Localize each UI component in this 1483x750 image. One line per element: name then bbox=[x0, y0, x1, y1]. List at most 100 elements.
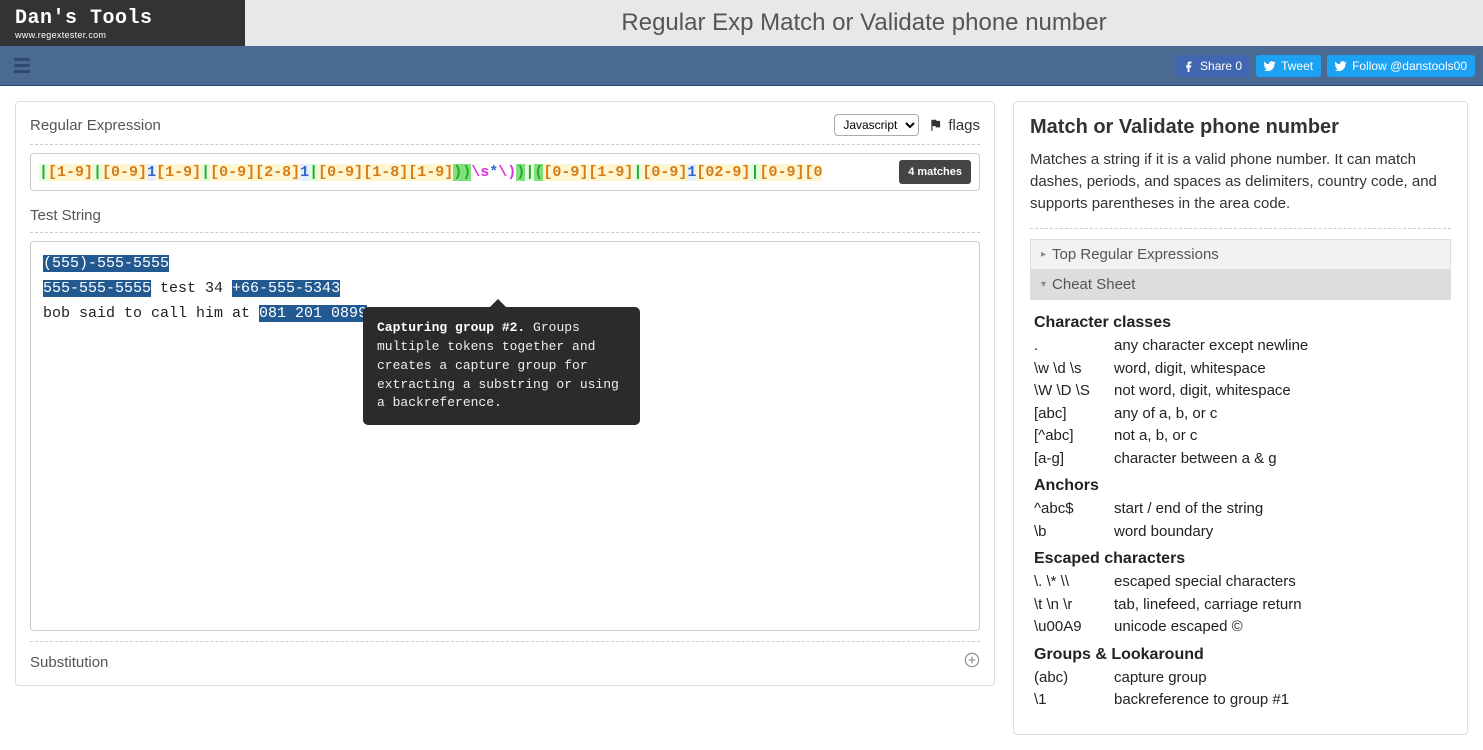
regex-token[interactable]: [0-9] bbox=[543, 164, 588, 181]
test-text: bob said to call him at bbox=[43, 305, 259, 322]
cheat-value: capture group bbox=[1114, 667, 1447, 690]
regex-token[interactable]: [1-9] bbox=[408, 164, 453, 181]
accordion-top-expressions[interactable]: ▸ Top Regular Expressions bbox=[1030, 239, 1451, 270]
flavor-select[interactable]: Javascript bbox=[834, 114, 919, 136]
cheat-key: ^abc$ bbox=[1034, 498, 1114, 521]
cheat-value: not a, b, or c bbox=[1114, 425, 1447, 448]
tweet-label: Tweet bbox=[1281, 59, 1313, 73]
regex-token[interactable]: [02-9] bbox=[696, 164, 750, 181]
token-tooltip: Capturing group #2. Groups multiple toke… bbox=[363, 307, 640, 425]
regex-token[interactable]: [0-9] bbox=[759, 164, 804, 181]
regex-token[interactable]: [0-9] bbox=[642, 164, 687, 181]
cheat-key: \b bbox=[1034, 521, 1114, 544]
cheat-sheet-content: Character classes.any character except n… bbox=[1030, 299, 1451, 720]
test-text: test 34 bbox=[151, 280, 232, 297]
test-section-title: Test String bbox=[30, 201, 980, 233]
cheat-value: unicode escaped © bbox=[1114, 616, 1447, 639]
cheat-value: any of a, b, or c bbox=[1114, 403, 1447, 426]
cheat-value: character between a & g bbox=[1114, 448, 1447, 471]
logo[interactable]: Dan's Tools www.regextester.com bbox=[0, 0, 245, 46]
flags-label: flags bbox=[948, 117, 980, 134]
cheat-key: [a-g] bbox=[1034, 448, 1114, 471]
accordion-cheat-sheet[interactable]: ▾ Cheat Sheet bbox=[1030, 269, 1451, 300]
substitution-title: Substitution bbox=[30, 654, 108, 671]
cheat-value: word, digit, whitespace bbox=[1114, 358, 1447, 381]
cheat-key: \. \* \\ bbox=[1034, 571, 1114, 594]
cheat-key: \t \n \r bbox=[1034, 594, 1114, 617]
regex-token[interactable]: ) bbox=[516, 164, 525, 181]
twitter-icon bbox=[1264, 60, 1276, 72]
regex-token[interactable]: [1-9] bbox=[48, 164, 93, 181]
tweet-button[interactable]: Tweet bbox=[1256, 55, 1321, 77]
caret-right-icon: ▸ bbox=[1041, 249, 1046, 260]
regex-token[interactable]: ) bbox=[462, 164, 471, 181]
regex-token[interactable]: [1-8] bbox=[363, 164, 408, 181]
regex-token[interactable]: [0 bbox=[804, 164, 822, 181]
cheat-section-heading: Escaped characters bbox=[1034, 547, 1447, 571]
regex-token[interactable]: ) bbox=[453, 164, 462, 181]
cheat-value: start / end of the string bbox=[1114, 498, 1447, 521]
regex-token[interactable]: | bbox=[309, 164, 318, 181]
main-panel: Regular Expression Javascript flags |[1-… bbox=[15, 101, 995, 686]
regex-token[interactable]: [0-9] bbox=[102, 164, 147, 181]
regex-token[interactable]: \s bbox=[471, 164, 489, 181]
cheat-row: \t \n \rtab, linefeed, carriage return bbox=[1034, 594, 1447, 617]
cheat-key: \u00A9 bbox=[1034, 616, 1114, 639]
twitter-icon bbox=[1335, 60, 1347, 72]
accordion-top-label: Top Regular Expressions bbox=[1052, 246, 1219, 263]
cheat-value: escaped special characters bbox=[1114, 571, 1447, 594]
regex-token[interactable]: * bbox=[489, 164, 498, 181]
regex-token[interactable]: | bbox=[201, 164, 210, 181]
info-title: Match or Validate phone number bbox=[1030, 116, 1451, 139]
regex-token[interactable]: 1 bbox=[300, 164, 309, 181]
cheat-row: [abc]any of a, b, or c bbox=[1034, 403, 1447, 426]
facebook-share-label: Share 0 bbox=[1200, 59, 1242, 73]
flags-button[interactable]: flags bbox=[929, 117, 980, 134]
regex-token[interactable]: [0-9] bbox=[210, 164, 255, 181]
match-highlight: 555-555-5555 bbox=[43, 280, 151, 297]
regex-token[interactable]: | bbox=[525, 164, 534, 181]
caret-down-icon: ▾ bbox=[1041, 279, 1046, 290]
info-description: Matches a string if it is a valid phone … bbox=[1030, 149, 1451, 229]
cheat-row: \1backreference to group #1 bbox=[1034, 689, 1447, 712]
cheat-key: \1 bbox=[1034, 689, 1114, 712]
match-highlight: +66-555-5343 bbox=[232, 280, 340, 297]
cheat-value: word boundary bbox=[1114, 521, 1447, 544]
cheat-key: [^abc] bbox=[1034, 425, 1114, 448]
regex-token[interactable]: | bbox=[39, 164, 48, 181]
regex-token[interactable]: [1-9] bbox=[156, 164, 201, 181]
cheat-row: ^abc$start / end of the string bbox=[1034, 498, 1447, 521]
match-highlight: 081 201 0899 bbox=[259, 305, 367, 322]
regex-token[interactable]: 1 bbox=[147, 164, 156, 181]
cheat-section-heading: Character classes bbox=[1034, 311, 1447, 335]
regex-token[interactable]: \) bbox=[498, 164, 516, 181]
follow-label: Follow @danstools00 bbox=[1352, 59, 1467, 73]
sidebar-panel: Match or Validate phone number Matches a… bbox=[1013, 101, 1468, 735]
regex-token[interactable]: | bbox=[93, 164, 102, 181]
regex-token[interactable]: [2-8] bbox=[255, 164, 300, 181]
cheat-row: \w \d \sword, digit, whitespace bbox=[1034, 358, 1447, 381]
cheat-value: not word, digit, whitespace bbox=[1114, 380, 1447, 403]
cheat-value: any character except newline bbox=[1114, 335, 1447, 358]
cheat-row: [a-g]character between a & g bbox=[1034, 448, 1447, 471]
logo-subtitle: www.regextester.com bbox=[15, 30, 230, 40]
cheat-key: . bbox=[1034, 335, 1114, 358]
menu-icon[interactable] bbox=[8, 55, 36, 77]
cheat-row: \bword boundary bbox=[1034, 521, 1447, 544]
cheat-row: [^abc]not a, b, or c bbox=[1034, 425, 1447, 448]
regex-input[interactable]: |[1-9]|[0-9]1[1-9]|[0-9][2-8]1|[0-9][1-8… bbox=[30, 153, 980, 191]
follow-button[interactable]: Follow @danstools00 bbox=[1327, 55, 1475, 77]
regex-token[interactable]: ( bbox=[534, 164, 543, 181]
match-highlight: (555)-555-5555 bbox=[43, 255, 169, 272]
cheat-section-heading: Anchors bbox=[1034, 474, 1447, 498]
cheat-key: (abc) bbox=[1034, 667, 1114, 690]
expand-substitution-button[interactable] bbox=[964, 652, 980, 673]
facebook-share-button[interactable]: Share 0 bbox=[1175, 55, 1250, 77]
cheat-key: \w \d \s bbox=[1034, 358, 1114, 381]
match-count-badge: 4 matches bbox=[899, 160, 971, 184]
cheat-key: [abc] bbox=[1034, 403, 1114, 426]
regex-token[interactable]: [0-9] bbox=[318, 164, 363, 181]
facebook-icon bbox=[1183, 60, 1195, 72]
accordion-cheat-label: Cheat Sheet bbox=[1052, 276, 1135, 293]
regex-token[interactable]: [1-9] bbox=[588, 164, 633, 181]
